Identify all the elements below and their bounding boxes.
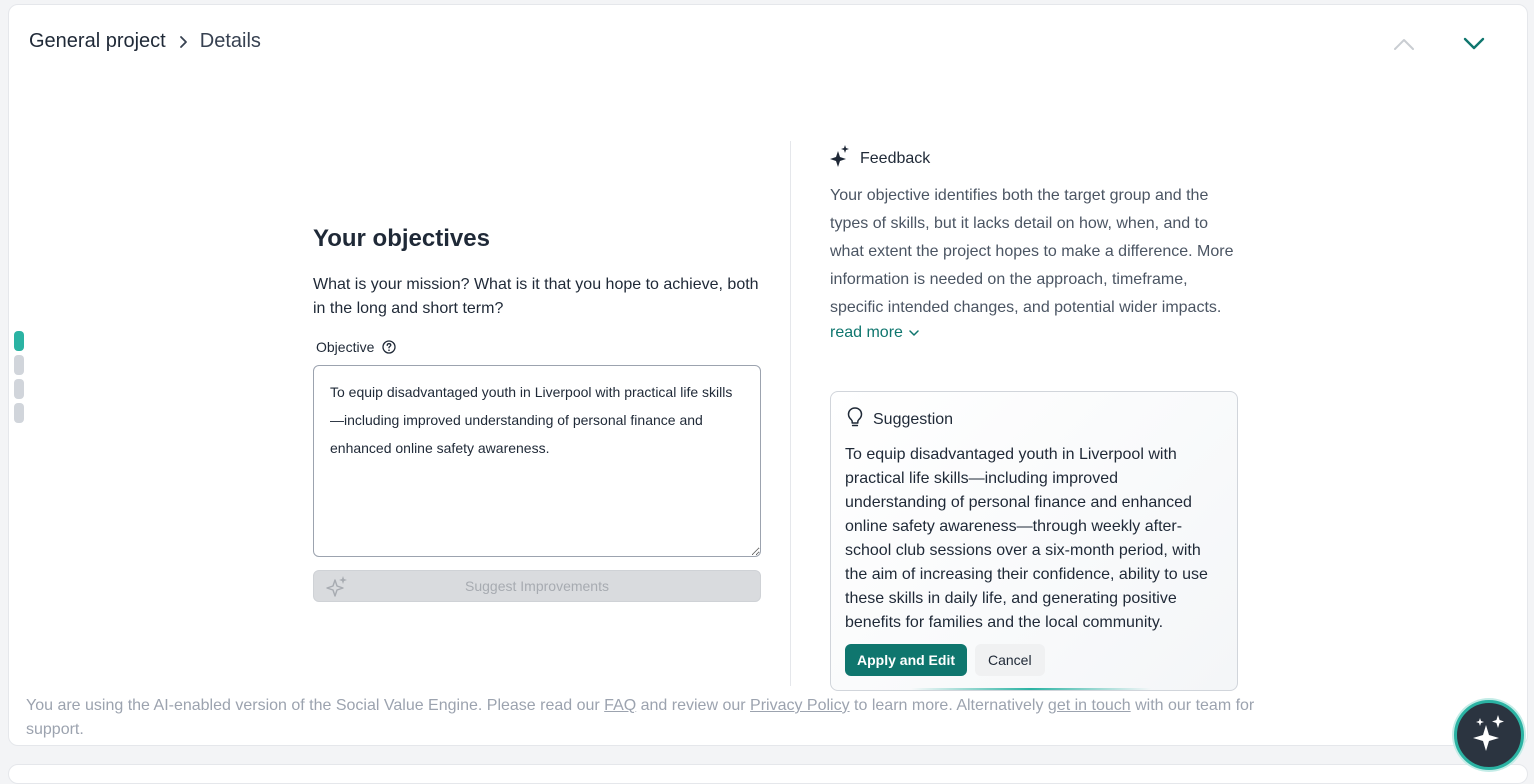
lightbulb-icon [845,406,865,433]
suggestion-text: To equip disadvantaged youth in Liverpoo… [845,446,1208,631]
suggestion-accent-line [911,688,1151,690]
objectives-title: Your objectives [313,225,490,252]
objective-label-row: Objective [316,339,763,355]
suggestion-title: Suggestion [873,410,954,428]
step-indicator-3[interactable] [14,379,24,399]
chevron-down-icon[interactable] [1461,33,1487,55]
objective-label: Objective [316,339,375,355]
get-in-touch-link[interactable]: get in touch [1048,697,1131,714]
suggestion-actions: Apply and Edit Cancel [845,644,1045,676]
read-more-label: read more [830,324,903,341]
privacy-policy-link[interactable]: Privacy Policy [750,697,850,714]
sparkle-icon [830,145,850,172]
feedback-text: Your objective identifies both the targe… [830,187,1234,316]
breadcrumb-current: Details [199,30,261,52]
step-indicator-1[interactable] [14,331,24,351]
objectives-description: What is your mission? What is it that yo… [313,276,759,317]
step-indicator-4[interactable] [14,403,24,423]
section-stepper [14,331,24,423]
breadcrumb: General project Details [29,30,261,53]
feedback-title: Feedback [860,149,931,167]
ai-assistant-button[interactable] [1454,700,1524,770]
faq-link[interactable]: FAQ [604,697,636,714]
cancel-button[interactable]: Cancel [975,644,1045,676]
footer-text-1: You are using the AI-enabled version of … [26,697,605,714]
footer-text-2: and review our [636,697,751,714]
suggest-improvements-label: Suggest Improvements [465,578,609,594]
suggest-improvements-button[interactable]: Suggest Improvements [313,570,761,602]
objective-textarea[interactable]: To equip disadvantaged youth in Liverpoo… [313,365,761,557]
details-card: General project Details Your objectives … [8,4,1528,746]
help-icon[interactable] [382,340,397,354]
chevron-right-icon [178,35,188,49]
chevron-down-icon [909,324,919,342]
objectives-section: Your objectives What is your mission? Wh… [313,225,763,602]
read-more-link[interactable]: read more [830,324,919,342]
footer-text-3: to learn more. Alternatively [849,697,1048,714]
sparkle-icon [326,575,348,602]
next-card-edge [8,764,1528,784]
feedback-header: Feedback [830,145,1240,172]
suggestion-header: Suggestion [845,406,1223,433]
column-divider [790,141,791,686]
apply-and-edit-button[interactable]: Apply and Edit [845,644,967,676]
step-indicator-2[interactable] [14,355,24,375]
breadcrumb-root[interactable]: General project [29,30,166,53]
suggestion-panel: Suggestion To equip disadvantaged youth … [830,391,1238,691]
chevron-up-icon[interactable] [1391,33,1417,55]
ai-disclaimer: You are using the AI-enabled version of … [26,694,1256,742]
sparkle-icon [1472,714,1506,756]
feedback-section: Feedback Your objective identifies both … [830,145,1240,691]
